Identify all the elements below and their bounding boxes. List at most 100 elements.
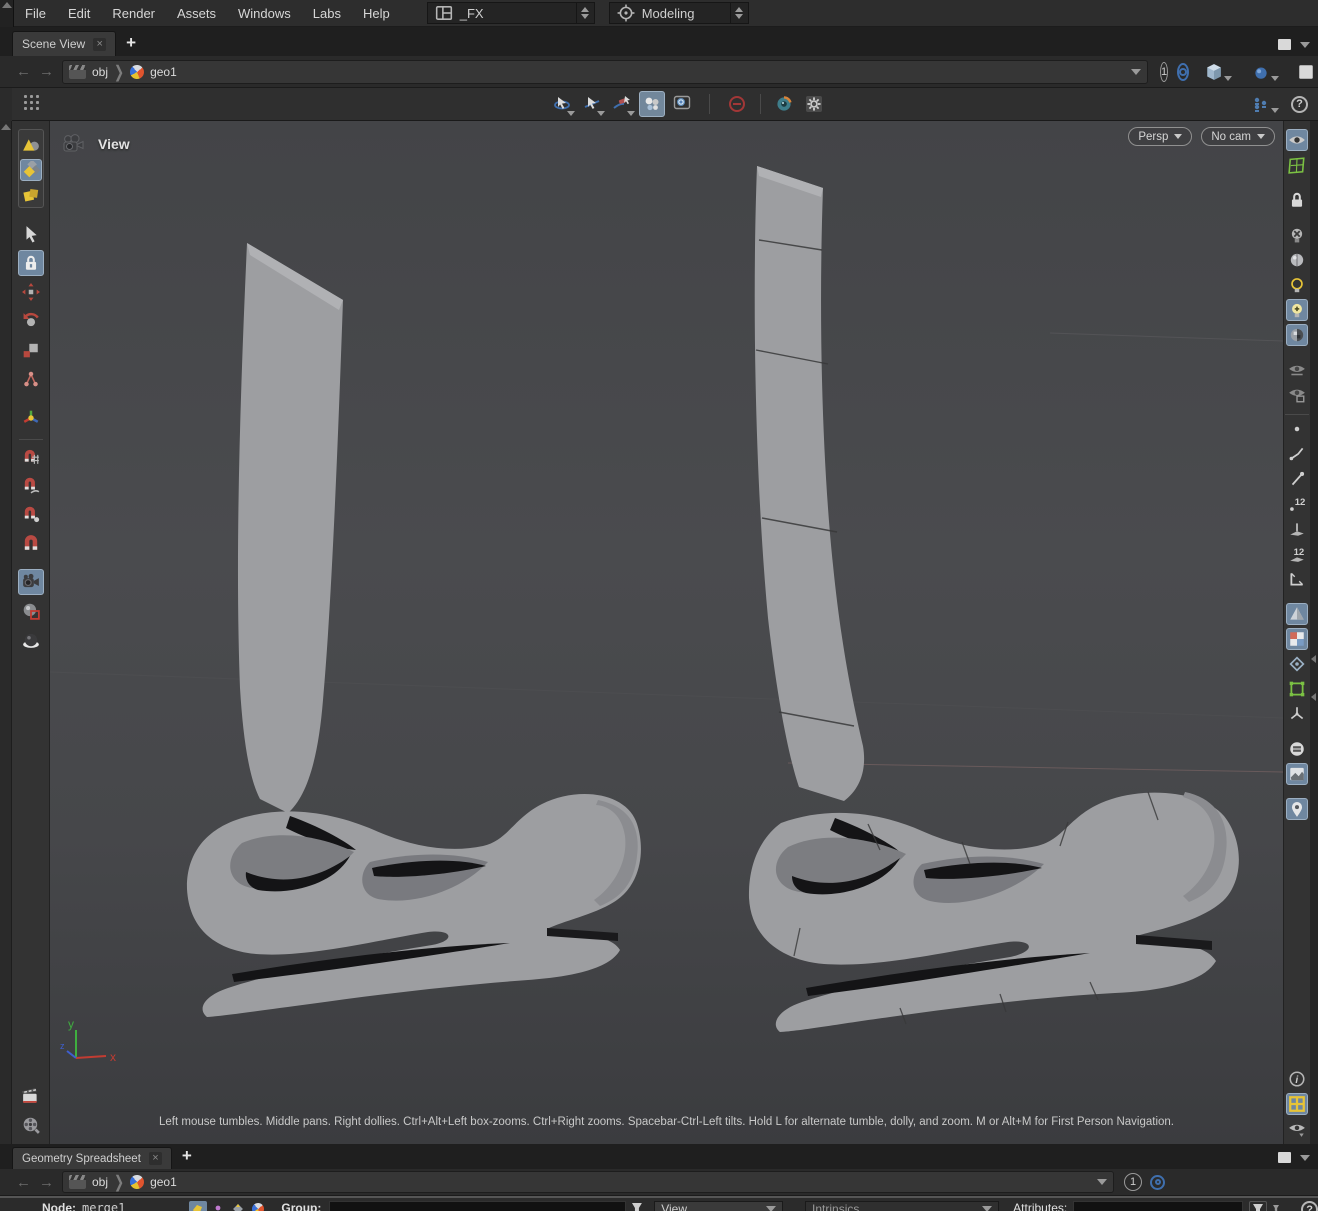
menu-edit[interactable]: Edit [57, 0, 101, 27]
select-tool-button[interactable] [579, 91, 605, 117]
viewport-info-button[interactable]: i [1286, 1068, 1308, 1090]
mode-geometry-button[interactable] [20, 159, 42, 181]
nav-forward-icon[interactable]: → [39, 1174, 54, 1191]
box-select-button[interactable] [669, 91, 695, 117]
nav-forward-icon[interactable]: → [39, 63, 54, 80]
attribute-filter-menu-button[interactable] [1267, 1201, 1285, 1211]
visibility-menu-button[interactable] [1286, 1118, 1308, 1140]
pane-maximize-icon[interactable] [1278, 39, 1291, 50]
view-mode-select[interactable]: View [654, 1201, 783, 1211]
nav-back-icon[interactable]: ← [16, 63, 31, 80]
display-prim-normals-toggle[interactable] [1286, 518, 1308, 540]
lock-camera-toggle[interactable] [1286, 189, 1308, 211]
menu-assets[interactable]: Assets [166, 0, 227, 27]
path-dropdown-icon[interactable] [1097, 1179, 1107, 1185]
path-dropdown-icon[interactable] [1131, 69, 1141, 75]
show-geometry-toggle[interactable] [1286, 129, 1308, 151]
mode-objects-button[interactable] [20, 134, 42, 156]
view-camera-tool[interactable] [18, 569, 44, 595]
new-tab-button[interactable]: + [126, 33, 136, 53]
geometry-menu-button[interactable] [1205, 63, 1242, 81]
camera-select-button[interactable]: No cam [1201, 127, 1275, 146]
display-point-trails-toggle[interactable] [1286, 468, 1308, 490]
display-textures-toggle[interactable] [1286, 628, 1308, 650]
group-filter-funnel-icon[interactable] [630, 1201, 644, 1211]
pane-gutter-handle[interactable] [0, 0, 14, 27]
secure-selection-toggle[interactable] [18, 250, 44, 276]
flipbook-tool[interactable] [18, 627, 44, 653]
attributes-input[interactable] [1073, 1201, 1243, 1211]
attribute-filter-button[interactable] [1249, 1201, 1267, 1211]
view-tool-button[interactable] [549, 91, 575, 117]
hide-other-objects-toggle[interactable] [1286, 384, 1308, 406]
headlight-toggle[interactable] [1286, 249, 1308, 271]
tab-scene-view[interactable]: Scene View × [12, 31, 116, 56]
snap-curve-toggle[interactable] [18, 472, 44, 498]
ghost-objects-toggle[interactable] [1286, 359, 1308, 381]
flipbook-viewer-button[interactable] [18, 1112, 44, 1138]
display-prim-numbers-toggle[interactable]: 12 [1286, 543, 1308, 565]
hide-selected-button[interactable] [724, 91, 750, 117]
radial-menu-icon[interactable] [1177, 63, 1189, 81]
snapshot-number-badge[interactable]: 1 [1124, 1173, 1142, 1191]
scale-tool[interactable] [18, 337, 44, 363]
menu-file[interactable]: File [14, 0, 57, 27]
show-detail-button[interactable] [249, 1201, 267, 1211]
intrinsics-select[interactable]: Intrinsics [805, 1201, 999, 1211]
snap-point-toggle[interactable] [18, 501, 44, 527]
mode-dynamics-button[interactable] [20, 184, 42, 206]
snap-multi-toggle[interactable] [18, 530, 44, 556]
path-segment-geo1[interactable]: geo1 [130, 65, 177, 79]
stow-panel-button[interactable] [1297, 63, 1318, 81]
tab-close-icon[interactable]: × [149, 1152, 162, 1165]
translate-tool[interactable] [18, 279, 44, 305]
handles-tool[interactable] [18, 405, 44, 431]
quad-layout-button[interactable] [1286, 1093, 1308, 1115]
no-lighting-toggle[interactable] [1286, 224, 1308, 246]
path-segment-geo1[interactable]: geo1 [130, 1175, 177, 1189]
path-segment-obj[interactable]: obj [69, 1175, 108, 1189]
smooth-shading-toggle[interactable] [1286, 603, 1308, 625]
pin-origin-button[interactable] [1286, 798, 1308, 820]
spreadsheet-path-field[interactable]: obj ❯ geo1 [62, 1171, 1114, 1193]
shadows-toggle[interactable] [1286, 324, 1308, 346]
model-right-faceted[interactable] [749, 166, 1239, 1032]
desktop-spinner[interactable] [577, 2, 595, 24]
tab-close-icon[interactable]: × [93, 38, 106, 51]
scene-path-field[interactable]: obj ❯ geo1 [62, 60, 1148, 84]
display-materials-toggle[interactable] [1286, 653, 1308, 675]
viewport-layout-button[interactable] [1286, 738, 1308, 760]
pane-menu-icon[interactable] [1300, 42, 1310, 48]
stowbar-grid-icon[interactable] [22, 93, 44, 115]
select-arrow-tool[interactable] [18, 221, 44, 247]
shelf-selector[interactable]: Modeling [609, 2, 731, 24]
show-prims-button[interactable] [229, 1201, 247, 1211]
display-origin-toggle[interactable] [1286, 568, 1308, 590]
help-icon[interactable]: ? [1291, 96, 1308, 113]
menu-help[interactable]: Help [352, 0, 401, 27]
menu-labs[interactable]: Labs [302, 0, 352, 27]
spreadsheet-help-icon[interactable]: ? [1301, 1201, 1318, 1211]
display-point-normals-toggle[interactable] [1286, 443, 1308, 465]
snapshot-button[interactable] [18, 1083, 44, 1109]
render-view-button[interactable] [771, 91, 797, 117]
shelf-spinner[interactable] [731, 2, 749, 24]
show-vertices-button[interactable] [209, 1201, 227, 1211]
snap-grid-toggle[interactable] [18, 443, 44, 469]
high-quality-lighting-toggle[interactable] [1286, 299, 1308, 321]
select-objects-mode-button[interactable] [639, 91, 665, 117]
viewport-name-label[interactable]: View [62, 134, 130, 154]
show-points-button[interactable] [189, 1201, 207, 1211]
pane-maximize-icon[interactable] [1278, 1152, 1291, 1163]
snapshot-number-badge[interactable]: 1 [1160, 62, 1168, 82]
uv-overlay-toggle[interactable] [1286, 154, 1308, 176]
display-point-numbers-toggle[interactable]: 12 [1286, 493, 1308, 515]
left-pane-gutter[interactable] [0, 121, 12, 1144]
menu-render[interactable]: Render [101, 0, 166, 27]
tab-geometry-spreadsheet[interactable]: Geometry Spreadsheet × [12, 1147, 172, 1169]
desktop-selector[interactable]: _FX [427, 2, 577, 24]
scene-viewport[interactable]: View Persp No cam Left mouse tumbles. Mi… [50, 121, 1283, 1144]
shading-menu-button[interactable] [1252, 63, 1289, 81]
model-left-smooth[interactable] [187, 243, 641, 1017]
pane-menu-icon[interactable] [1300, 1155, 1310, 1161]
